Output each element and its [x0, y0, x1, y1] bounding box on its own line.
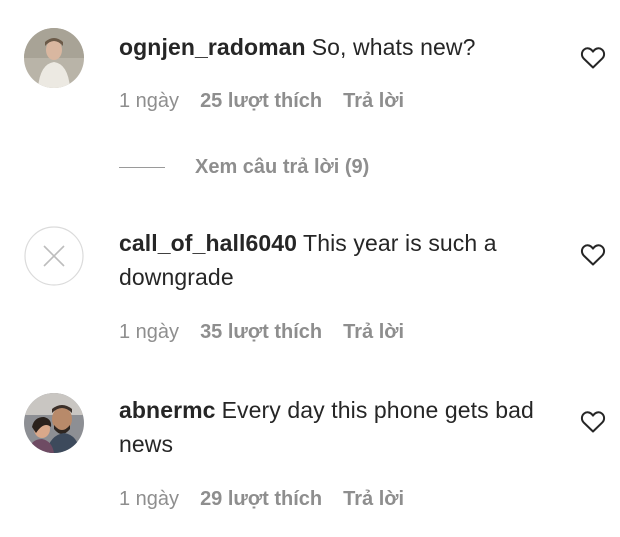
- reply-button[interactable]: Trả lời: [343, 321, 404, 344]
- comment-time: 1 ngày: [119, 321, 180, 343]
- comment-meta: 1 ngày 25 lượt thích Trả lời: [119, 90, 425, 113]
- avatar[interactable]: [24, 393, 84, 453]
- comment-time: 1 ngày: [119, 488, 180, 510]
- view-replies-button[interactable]: Xem câu trả lời (9): [119, 152, 369, 182]
- comment-time: 1 ngày: [119, 90, 180, 112]
- reply-button[interactable]: Trả lời: [343, 90, 404, 113]
- comment-username[interactable]: ognjen_radoman: [119, 34, 306, 60]
- deleted-user-x-avatar-icon: [24, 226, 84, 286]
- comment-meta: 1 ngày 35 lượt thích Trả lời: [119, 321, 425, 344]
- comment-likes[interactable]: 25 lượt thích: [200, 90, 322, 113]
- avatar[interactable]: [24, 28, 84, 88]
- comment-text: abnermc Every day this phone gets bad new…: [119, 393, 559, 461]
- heart-icon[interactable]: [580, 410, 606, 434]
- comment-likes[interactable]: 29 lượt thích: [200, 488, 322, 511]
- comment-body: So, whats new?: [311, 34, 476, 60]
- comment-username[interactable]: abnermc: [119, 397, 216, 423]
- reply-button[interactable]: Trả lời: [343, 488, 404, 511]
- comment-username[interactable]: call_of_hall6040: [119, 230, 297, 256]
- couple-photo-avatar-icon: [24, 393, 84, 453]
- comment-meta: 1 ngày 29 lượt thích Trả lời: [119, 488, 425, 511]
- comment-likes[interactable]: 35 lượt thích: [200, 321, 322, 344]
- comment-text: ognjen_radoman So, whats new?: [119, 30, 559, 64]
- user-photo-avatar-icon: [24, 28, 84, 88]
- comment-text: call_of_hall6040 This year is such a down…: [119, 226, 559, 294]
- replies-divider: [119, 166, 165, 168]
- view-replies-label: Xem câu trả lời (9): [195, 155, 370, 178]
- heart-icon[interactable]: [580, 243, 606, 267]
- avatar[interactable]: [24, 226, 84, 286]
- heart-icon[interactable]: [580, 46, 606, 70]
